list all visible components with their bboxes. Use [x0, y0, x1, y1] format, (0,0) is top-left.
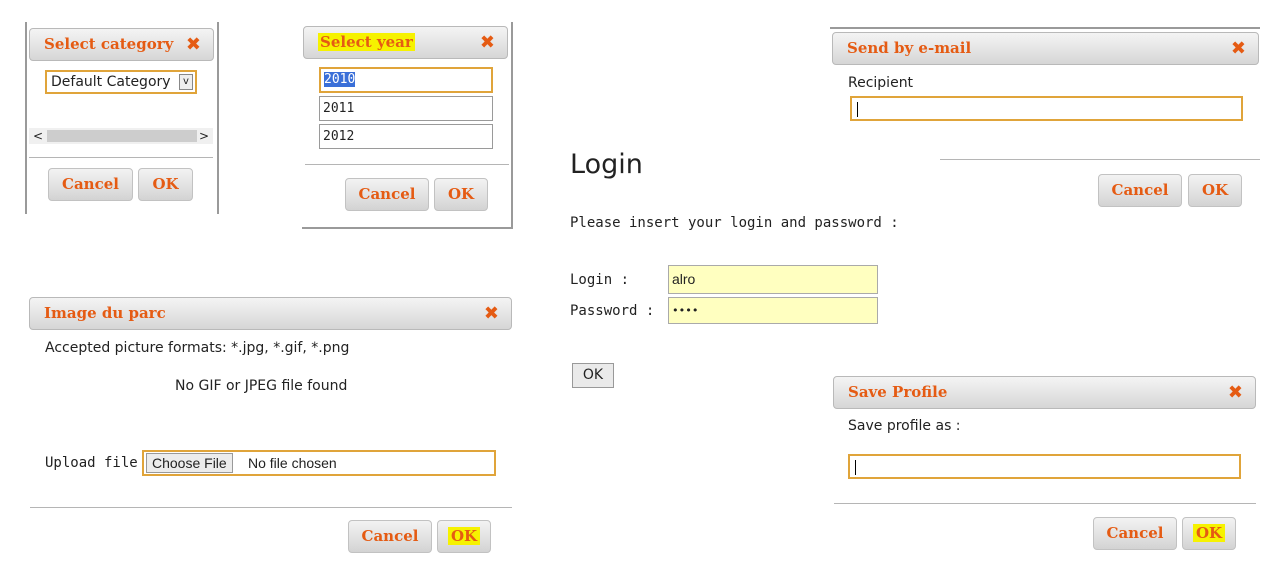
choose-file-button[interactable]: Choose File	[146, 453, 233, 473]
no-file-chosen-text: No file chosen	[248, 455, 337, 471]
dialog-border-top	[830, 27, 1260, 29]
dialog-title: Save Profile	[848, 383, 948, 401]
separator	[29, 157, 213, 158]
close-icon[interactable]: ✖	[1228, 377, 1243, 408]
dialog-title: Select category	[44, 35, 174, 53]
cancel-button[interactable]: Cancel	[345, 178, 429, 211]
separator	[834, 503, 1256, 504]
ok-button[interactable]: OK	[1188, 174, 1242, 207]
cancel-button[interactable]: Cancel	[1098, 174, 1182, 207]
close-icon[interactable]: ✖	[484, 298, 499, 329]
page-title: Login	[570, 149, 643, 180]
year-option-2010[interactable]: 2010	[319, 67, 493, 93]
dialog-title: Select year	[318, 33, 415, 51]
upload-file-label: Upload file :	[45, 455, 155, 471]
login-input[interactable]: alro	[668, 265, 878, 294]
chevron-down-icon[interactable]: v	[179, 74, 193, 90]
password-label: Password :	[570, 303, 655, 319]
accepted-formats-text: Accepted picture formats: *.jpg, *.gif, …	[45, 340, 350, 356]
close-icon[interactable]: ✖	[1231, 33, 1246, 64]
category-select[interactable]: Default Category v	[45, 70, 197, 94]
separator	[30, 507, 512, 508]
scroll-left-icon[interactable]: <	[33, 128, 43, 144]
dialog-border-right	[217, 22, 219, 214]
separator	[940, 159, 1260, 160]
year-option-2011[interactable]: 2011	[319, 96, 493, 121]
image-parc-titlebar: Image du parc ✖	[29, 297, 512, 330]
scrollbar-thumb[interactable]	[47, 130, 197, 142]
login-ok-button[interactable]: OK	[572, 363, 614, 388]
year-option-2012[interactable]: 2012	[319, 124, 493, 149]
profile-name-input[interactable]	[848, 454, 1241, 479]
separator	[305, 164, 509, 165]
login-label: Login :	[570, 272, 630, 288]
cancel-button[interactable]: Cancel	[348, 520, 432, 553]
dialog-title: Send by e-mail	[847, 39, 972, 57]
file-upload-field[interactable]: Choose File No file chosen	[142, 450, 496, 476]
scroll-right-icon[interactable]: >	[199, 128, 209, 144]
recipient-label: Recipient	[848, 75, 914, 91]
cancel-button[interactable]: Cancel	[48, 168, 133, 201]
text-caret	[857, 102, 858, 117]
ok-button[interactable]: OK	[1182, 517, 1236, 550]
dialog-title: Image du parc	[44, 304, 166, 322]
ok-button[interactable]: OK	[138, 168, 193, 201]
select-year-titlebar: Select year ✖	[303, 26, 508, 59]
close-icon[interactable]: ✖	[480, 27, 495, 58]
close-icon[interactable]: ✖	[186, 29, 201, 60]
category-select-value: Default Category	[51, 74, 171, 90]
select-category-titlebar: Select category ✖	[29, 28, 214, 61]
save-profile-titlebar: Save Profile ✖	[833, 376, 1256, 409]
send-email-titlebar: Send by e-mail ✖	[832, 32, 1259, 65]
horizontal-scrollbar[interactable]: < >	[29, 128, 213, 144]
login-instructions: Please insert your login and password :	[570, 215, 899, 231]
save-profile-label: Save profile as :	[848, 418, 961, 434]
ok-button[interactable]: OK	[434, 178, 488, 211]
text-caret	[855, 460, 856, 475]
ok-button[interactable]: OK	[437, 520, 491, 553]
no-file-found-text: No GIF or JPEG file found	[175, 378, 348, 394]
dialog-border-left	[25, 22, 27, 214]
dialog-border-bottom	[302, 227, 513, 229]
recipient-input[interactable]	[850, 96, 1243, 121]
password-input[interactable]: ••••	[668, 297, 878, 324]
dialog-border-right	[511, 22, 513, 228]
cancel-button[interactable]: Cancel	[1093, 517, 1177, 550]
